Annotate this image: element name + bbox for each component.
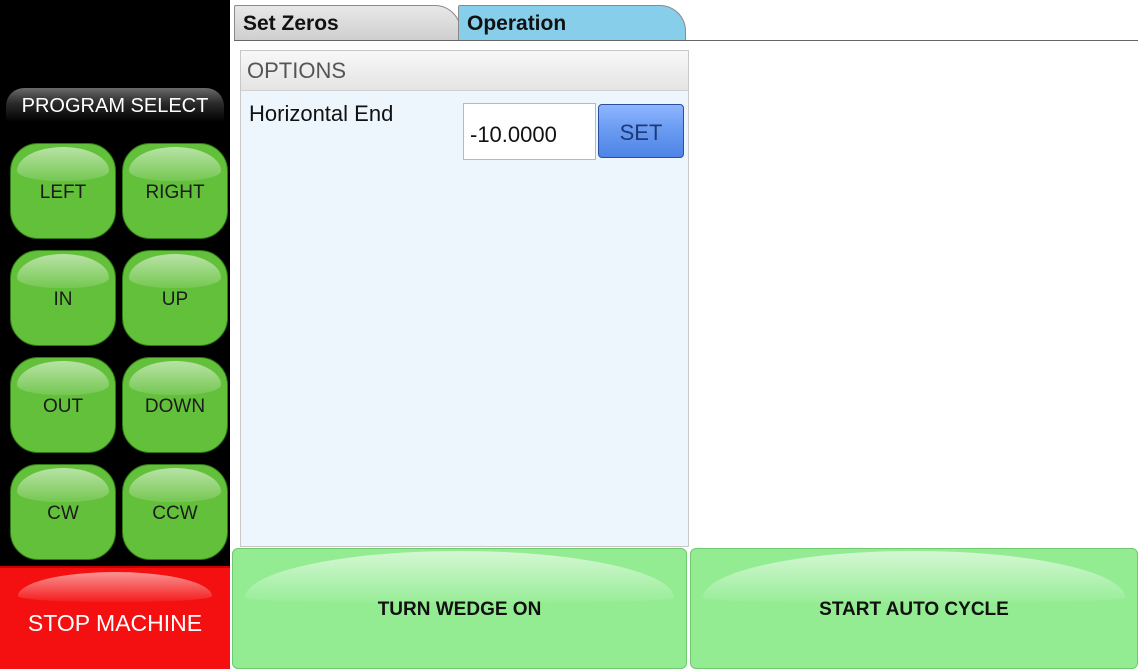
right-button[interactable]: RIGHT: [122, 143, 228, 239]
set-button[interactable]: SET: [598, 104, 684, 158]
horizontal-end-label: Horizontal End: [249, 101, 394, 126]
left-button-label: LEFT: [39, 182, 87, 203]
in-button-label: IN: [53, 289, 73, 310]
options-header: OPTIONS: [241, 51, 688, 91]
tab-divider: [234, 40, 1138, 41]
left-button[interactable]: LEFT: [10, 143, 116, 239]
down-button-label: DOWN: [144, 396, 206, 417]
up-button-label: UP: [161, 289, 189, 310]
in-button[interactable]: IN: [10, 250, 116, 346]
stop-machine-button[interactable]: STOP MACHINE: [0, 566, 230, 669]
tab-operation[interactable]: Operation: [458, 5, 686, 40]
out-button-label: OUT: [42, 396, 84, 417]
up-button[interactable]: UP: [122, 250, 228, 346]
control-sidebar: PROGRAM SELECT LEFT RIGHT IN UP OUT DOWN…: [0, 0, 230, 669]
program-select-label: PROGRAM SELECT: [6, 88, 224, 122]
turn-wedge-on-button[interactable]: TURN WEDGE ON: [232, 548, 687, 669]
stop-machine-label: STOP MACHINE: [27, 610, 203, 636]
horizontal-end-input[interactable]: [463, 103, 596, 160]
ccw-button-label: CCW: [152, 503, 198, 524]
ccw-button[interactable]: CCW: [122, 464, 228, 560]
cw-button[interactable]: CW: [10, 464, 116, 560]
start-auto-cycle-label: START AUTO CYCLE: [819, 599, 1009, 620]
turn-wedge-on-label: TURN WEDGE ON: [377, 599, 542, 620]
right-button-label: RIGHT: [145, 182, 205, 203]
out-button[interactable]: OUT: [10, 357, 116, 453]
cw-button-label: CW: [47, 503, 79, 524]
start-auto-cycle-button[interactable]: START AUTO CYCLE: [690, 548, 1138, 669]
tab-set-zeros[interactable]: Set Zeros: [234, 5, 461, 40]
options-panel: OPTIONS Horizontal End SET: [240, 50, 689, 547]
down-button[interactable]: DOWN: [122, 357, 228, 453]
